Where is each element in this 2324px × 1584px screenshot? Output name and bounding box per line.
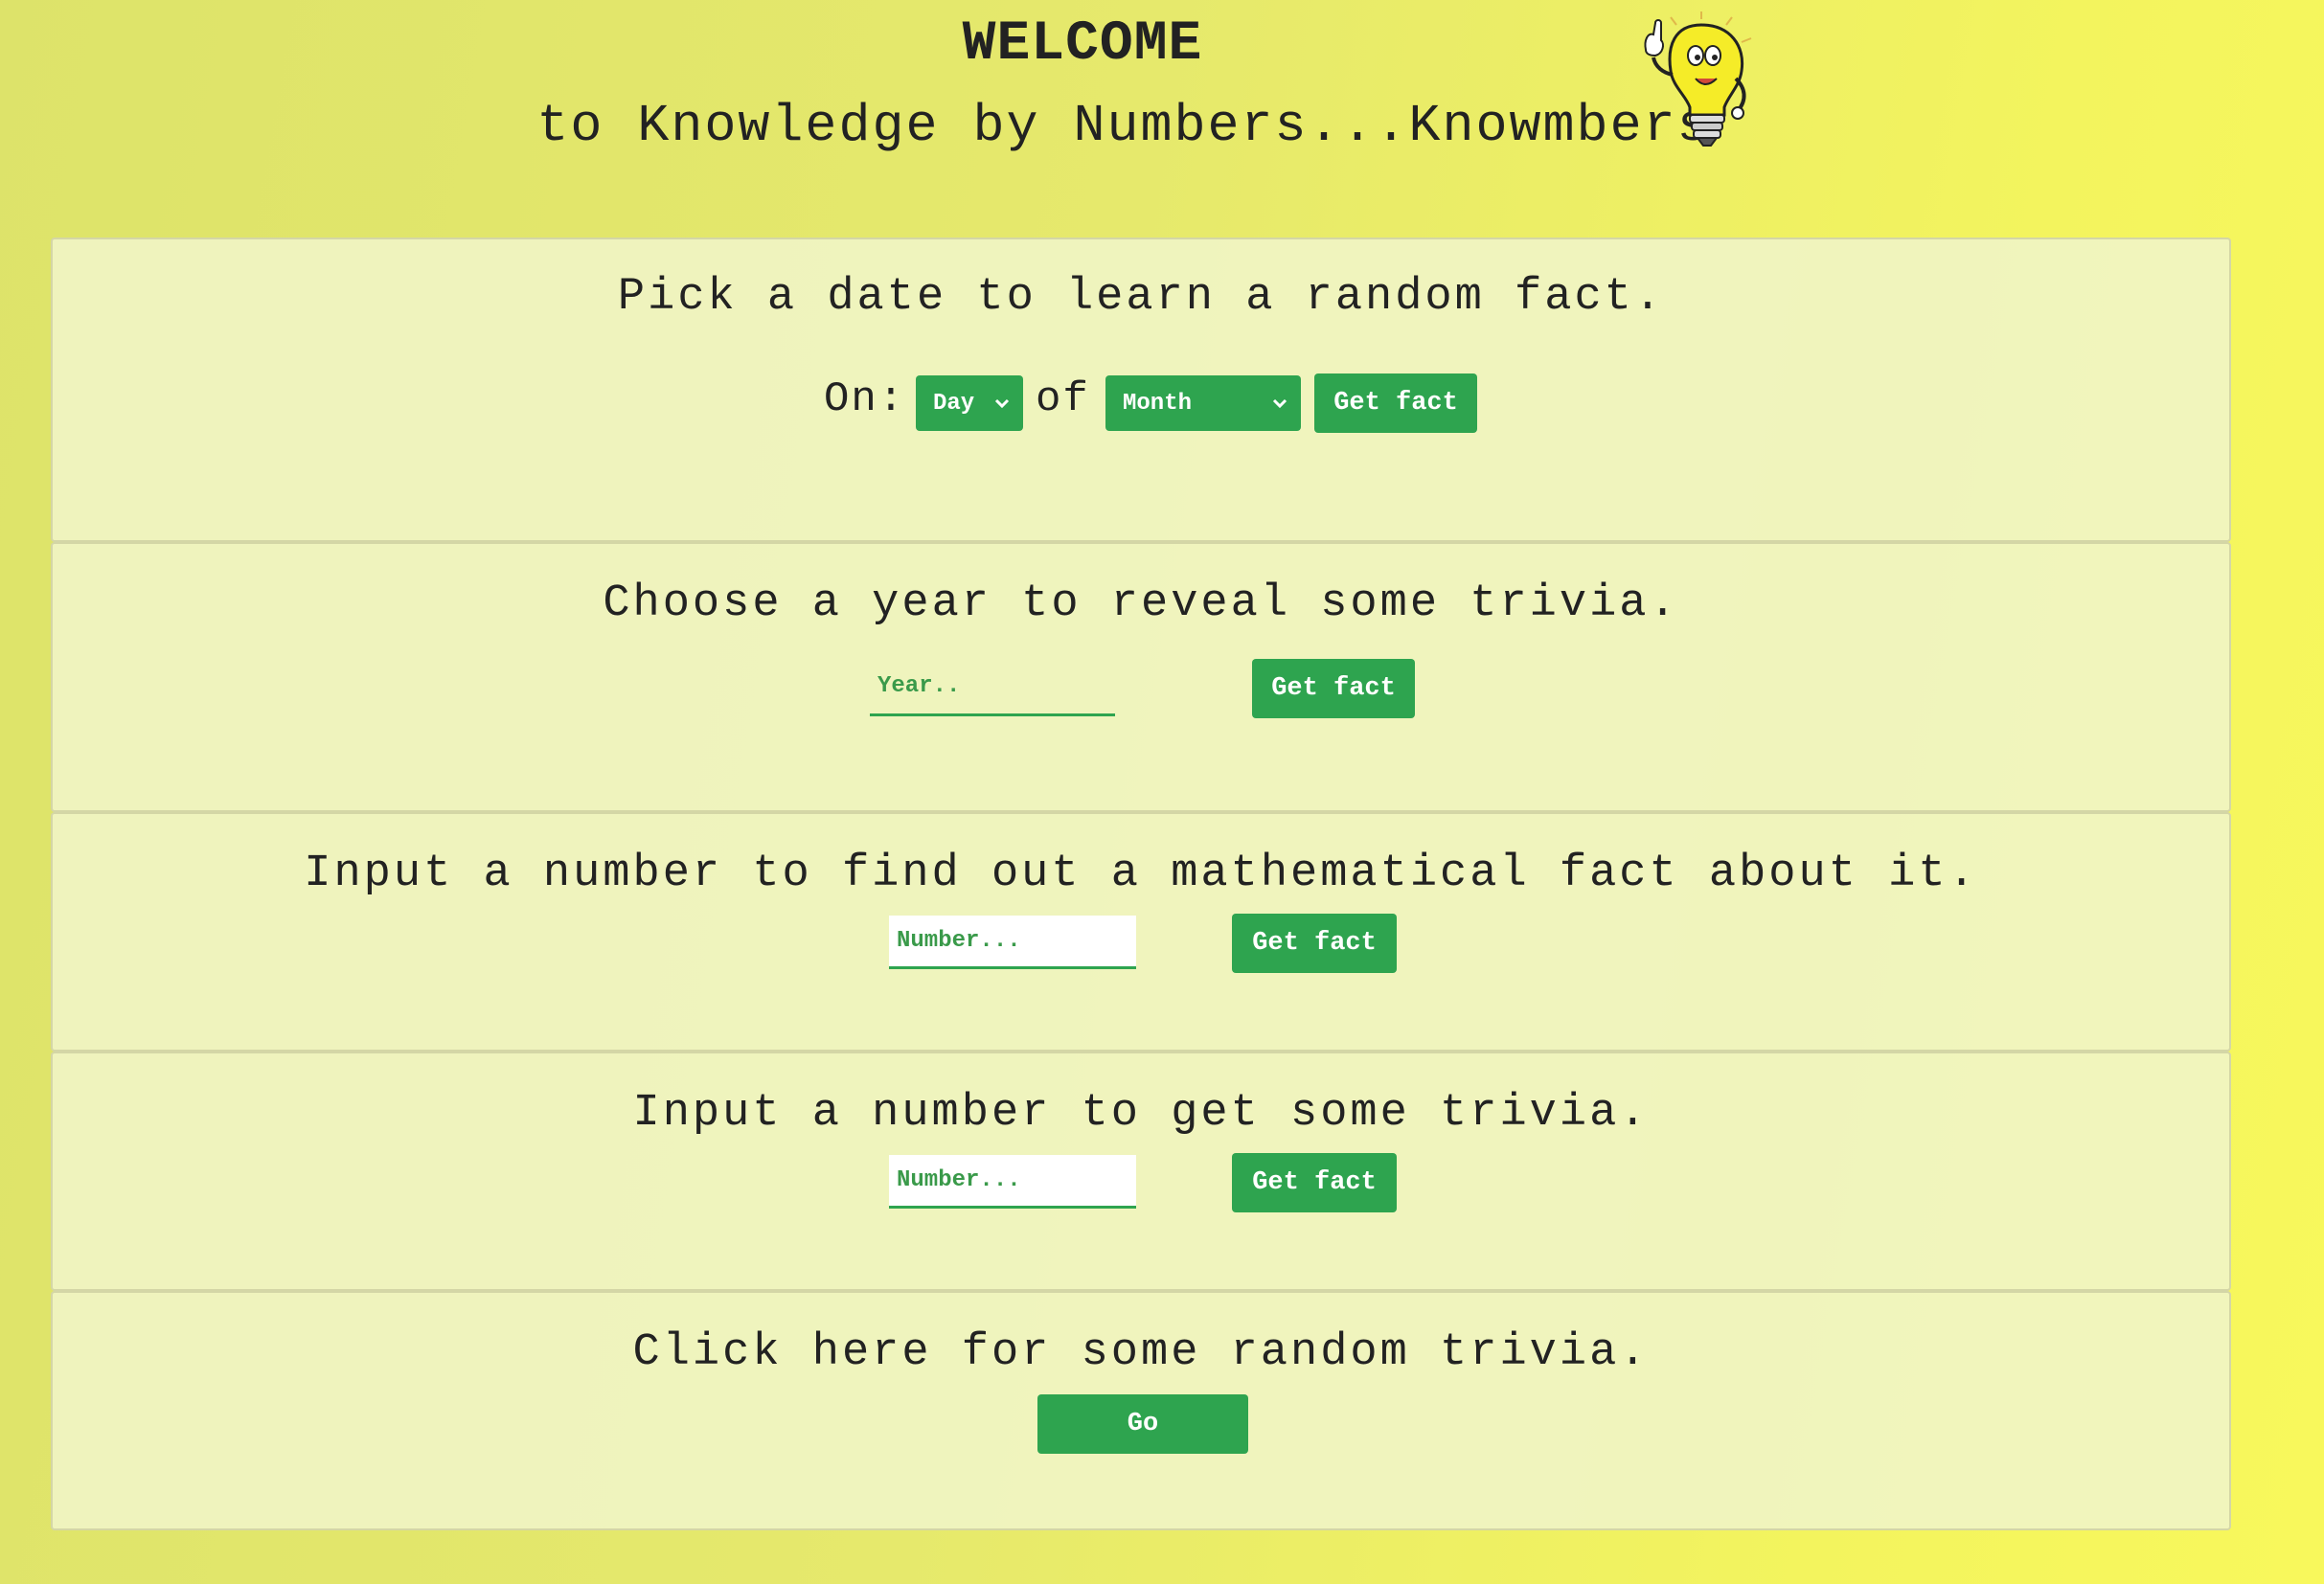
date-get-fact-button[interactable]: Get fact bbox=[1314, 373, 1477, 433]
month-select-value: Month bbox=[1123, 390, 1193, 417]
trivia-fact-card: Input a number to get some trivia. Numbe… bbox=[51, 1052, 2231, 1291]
year-input[interactable]: Year.. bbox=[870, 659, 1115, 716]
random-section-title: Click here for some random trivia. bbox=[632, 1327, 1650, 1378]
year-fact-card: Choose a year to reveal some trivia. Yea… bbox=[51, 542, 2231, 812]
random-trivia-card: Click here for some random trivia. Go bbox=[51, 1291, 2231, 1530]
welcome-heading: WELCOME bbox=[962, 13, 1203, 76]
math-input-placeholder: Number... bbox=[897, 928, 1021, 954]
trivia-section-title: Input a number to get some trivia. bbox=[632, 1088, 1650, 1139]
month-select[interactable]: Month bbox=[1105, 375, 1301, 431]
day-select-value: Day bbox=[933, 390, 975, 417]
math-fact-card: Input a number to find out a mathematica… bbox=[51, 812, 2231, 1052]
year-get-fact-button[interactable]: Get fact bbox=[1252, 659, 1415, 718]
on-label: On: bbox=[824, 375, 906, 423]
math-get-fact-button[interactable]: Get fact bbox=[1232, 914, 1397, 973]
page-subtitle: to Knowledge by Numbers...Knowmbers bbox=[536, 96, 1711, 156]
trivia-number-input[interactable]: Number... bbox=[889, 1155, 1136, 1209]
year-input-placeholder: Year.. bbox=[877, 673, 961, 699]
random-go-button[interactable]: Go bbox=[1037, 1394, 1248, 1454]
year-section-title: Choose a year to reveal some trivia. bbox=[603, 578, 1679, 629]
day-select[interactable]: Day bbox=[916, 375, 1023, 431]
page-header: WELCOME to Knowledge by Numbers...Knowmb… bbox=[0, 0, 2324, 230]
date-fact-card: Pick a date to learn a random fact. On: … bbox=[51, 238, 2231, 542]
chevron-down-icon bbox=[1272, 375, 1287, 431]
math-section-title: Input a number to find out a mathematica… bbox=[304, 849, 1978, 899]
trivia-get-fact-button[interactable]: Get fact bbox=[1232, 1153, 1397, 1212]
lightbulb-mascot-icon bbox=[1644, 11, 1752, 147]
chevron-down-icon bbox=[994, 375, 1010, 431]
math-number-input[interactable]: Number... bbox=[889, 916, 1136, 969]
of-label: of bbox=[1036, 375, 1090, 423]
date-section-title: Pick a date to learn a random fact. bbox=[617, 272, 1665, 323]
trivia-input-placeholder: Number... bbox=[897, 1167, 1021, 1193]
